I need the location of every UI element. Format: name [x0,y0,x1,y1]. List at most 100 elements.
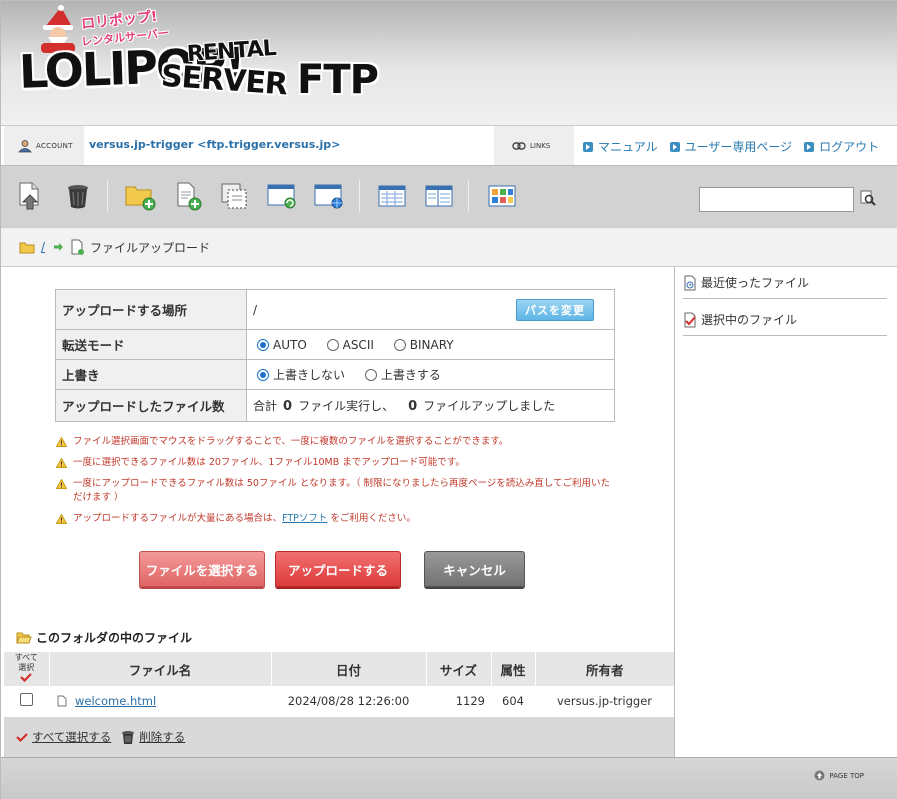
col-size[interactable]: サイズ [426,652,492,686]
file-icon [71,239,85,255]
overwrite-no[interactable]: 上書きしない [253,368,345,382]
arrow-square-icon [669,141,680,152]
list-view-icon [378,185,406,207]
folder-files-title: このフォルダの中のファイル [16,629,192,646]
notes: ファイル選択画面でマウスをドラッグすることで、一度に複数のファイルを選択すること… [56,435,616,533]
col-permission[interactable]: 属性 [491,652,536,686]
bottom-actions: すべて選択する 削除する [4,717,674,757]
window-web-button[interactable] [312,180,346,212]
trash-button[interactable] [61,180,95,212]
file-table: すべて選択 ファイル名 日付 サイズ 属性 所有者 welcome.html 2… [4,652,674,718]
link-user-page[interactable]: ユーザー専用ページ [669,138,792,155]
select-all-action[interactable]: すべて選択する [16,729,111,745]
logo-ftp: FTP [297,57,379,103]
thumbnail-view-button[interactable] [485,180,519,212]
radio-ascii[interactable] [326,338,339,351]
note-item: アップロードするファイルが大量にある場合は、FTPソフト をご利用ください。 [56,512,616,526]
account-label-text: ACCOUNT [36,141,73,150]
split-view-icon [425,185,453,207]
table-row[interactable]: welcome.html 2024/08/28 12:26:00 1129 60… [4,686,674,718]
radio-overwrite-yes[interactable] [364,369,377,381]
selected-file-icon [684,312,696,327]
window-refresh-button[interactable] [265,180,299,212]
note-text: ファイル選択画面でマウスをドラッグすることで、一度に複数のファイルを選択すること… [73,436,509,447]
breadcrumb-current: ファイルアップロード [90,240,211,255]
col-filename[interactable]: ファイル名 [49,652,272,686]
permission-cell: 604 [491,686,535,718]
radio-auto[interactable] [257,338,269,351]
list-view-button[interactable] [375,180,409,212]
select-all-header[interactable]: すべて選択 [4,652,50,686]
logo-badge: ロリポップ! レンタルサーバー [81,9,171,49]
note-text: 一度にアップロードできるファイル数は 50ファイル となります。（ 制限になりま… [73,478,610,503]
note-text: 一度に選択できるファイル数は 20ファイル、1ファイル10MB までアップロード… [73,457,465,468]
copy-icon [221,183,247,209]
change-path-button[interactable]: パスを変更 [516,299,594,321]
copy-button[interactable] [217,180,251,212]
link-logout[interactable]: ログアウト [804,138,879,155]
sidebar-item-recent-label: 最近使ったファイル [701,276,810,290]
arrow-right-icon [54,243,64,251]
search-input[interactable] [699,187,854,212]
file-icon [57,695,67,707]
note-item: ファイル選択画面でマウスをドラッグすることで、一度に複数のファイルを選択すること… [56,435,616,449]
overwrite-label: 上書き [55,359,247,390]
cancel-button[interactable]: キャンセル [424,551,525,587]
note-item: 一度に選択できるファイル数は 20ファイル、1ファイル10MB までアップロード… [56,456,616,470]
new-folder-button[interactable] [123,180,157,212]
search-button[interactable] [859,188,877,208]
delete-action-label: 削除する [139,730,186,744]
radio-overwrite-no[interactable] [257,369,269,381]
upload-settings-table: アップロードする場所 / パスを変更 転送モード AUTO ASCII BINA… [55,289,615,422]
radio-binary[interactable] [393,338,406,351]
sidebar: 最近使ったファイル 選択中のファイル [674,267,897,757]
owner-cell: versus.jp-trigger [535,686,674,718]
size-cell: 1129 [426,686,491,718]
mode-auto-label: AUTO [273,337,307,352]
upload-button[interactable]: アップロードする [275,551,401,587]
links-label: LINKS [494,126,574,165]
warning-icon [56,458,67,468]
col-owner[interactable]: 所有者 [535,652,674,686]
col-date[interactable]: 日付 [271,652,427,686]
location-value: / [253,302,258,317]
overwrite-no-label: 上書きしない [273,368,346,382]
top-links: マニュアル ユーザー専用ページ ログアウト [583,138,879,155]
folder-files-title-text: このフォルダの中のファイル [36,631,193,645]
link-manual[interactable]: マニュアル [583,138,658,155]
date-cell: 2024/08/28 12:26:00 [271,686,426,718]
page-top-link[interactable]: PAGE TOP [814,770,864,781]
window-web-icon [314,184,343,209]
delete-action[interactable]: 削除する [121,729,185,745]
links-label-text: LINKS [530,141,551,150]
select-all-header-text: すべて選択 [14,653,38,672]
breadcrumb-root[interactable]: / [41,240,45,254]
split-view-button[interactable] [422,180,456,212]
file-link[interactable]: welcome.html [75,694,156,708]
mode-auto[interactable]: AUTO [253,338,307,352]
mode-label: 転送モード [55,329,247,360]
select-files-button[interactable]: ファイルを選択する [139,551,265,587]
overwrite-yes[interactable]: 上書きする [361,368,441,382]
mode-ascii[interactable]: ASCII [323,338,374,352]
toolbar [1,165,897,227]
warning-icon [56,479,67,489]
footer: PAGE TOP [1,757,897,799]
upload-file-icon [19,182,39,210]
ftp-software-link[interactable]: FTPソフト [282,513,327,524]
warning-icon [56,514,67,524]
note-item: 一度にアップロードできるファイル数は 50ファイル となります。（ 制限になりま… [56,477,616,505]
select-all-action-label: すべて選択する [32,730,112,744]
sidebar-item-selected[interactable]: 選択中のファイル [683,304,887,336]
arrow-square-icon [583,141,593,152]
filename-cell: welcome.html [49,686,271,718]
sidebar-item-recent[interactable]: 最近使ったファイル [683,267,887,299]
location-label: アップロードする場所 [55,289,247,330]
upload-file-button[interactable] [13,180,47,212]
header: ロリポップ! レンタルサーバー LOLIPOP! RENTAL SERVER F… [1,1,897,125]
new-folder-icon [125,186,156,211]
row-checkbox[interactable] [20,693,33,707]
warning-icon [56,437,67,447]
new-file-button[interactable] [171,180,205,212]
mode-binary[interactable]: BINARY [390,338,454,352]
